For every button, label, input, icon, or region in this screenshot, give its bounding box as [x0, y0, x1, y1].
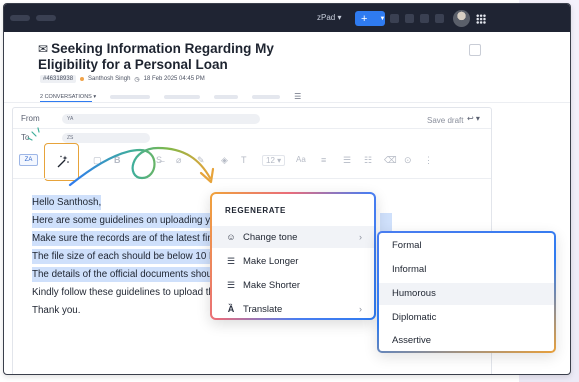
- tone-submenu: Formal Informal Humorous Diplomatic Asse…: [377, 231, 556, 353]
- reply-options-icon[interactable]: ↩ ▾: [467, 114, 480, 123]
- strike-icon[interactable]: S̶: [156, 155, 162, 165]
- body-line[interactable]: Thank you.: [32, 305, 80, 316]
- nav-placeholder: [36, 15, 56, 21]
- ticket-header: ✉ Seeking Information Regarding My Eligib…: [38, 41, 278, 73]
- ai-assist-button[interactable]: [44, 143, 79, 181]
- font-size-select[interactable]: 12 ▾: [262, 155, 286, 166]
- nav-placeholder: [10, 15, 30, 21]
- tab-placeholder[interactable]: [252, 94, 281, 99]
- menu-item-make-shorter[interactable]: ☰ Make Shorter: [212, 274, 374, 296]
- chevron-down-icon: ▼: [379, 15, 386, 22]
- select-checkbox[interactable]: [469, 44, 481, 56]
- clear-format-icon[interactable]: ⌀: [176, 155, 181, 166]
- new-button[interactable]: + ▼: [355, 11, 385, 26]
- smile-icon: ☺: [226, 232, 236, 242]
- menu-header: REGENERATE: [225, 206, 286, 215]
- chevron-right-icon: ›: [359, 304, 362, 314]
- clock-icon: ◷: [134, 76, 140, 83]
- body-line[interactable]: Make sure the records are of the latest …: [32, 231, 229, 246]
- plus-icon: +: [361, 12, 368, 25]
- user-avatar[interactable]: [453, 10, 470, 27]
- expand-lines-icon: ☰: [226, 255, 236, 266]
- magic-wand-icon: [57, 155, 69, 168]
- language-badge[interactable]: ZA: [19, 154, 38, 166]
- translate-icon: Ȁ: [227, 304, 235, 314]
- chevron-right-icon: ›: [359, 232, 362, 242]
- tone-option-assertive[interactable]: Assertive: [379, 330, 554, 352]
- conversation-tabs: 2 CONVERSATIONS ▾ ☰: [40, 92, 301, 101]
- bullet-list-icon[interactable]: ☰: [343, 155, 351, 166]
- ticket-meta: #46318938 Santhosh Singh ◷ 18 Feb 2025 0…: [40, 75, 205, 83]
- tone-option-humorous[interactable]: Humorous: [379, 283, 554, 305]
- search-replace-icon[interactable]: ⊙: [404, 155, 412, 166]
- toolbar-icon[interactable]: [420, 14, 429, 23]
- contact-name[interactable]: Santhosh Singh: [88, 76, 130, 82]
- bold-icon[interactable]: B: [114, 155, 121, 165]
- tone-option-diplomatic[interactable]: Diplomatic: [379, 307, 554, 329]
- top-bar: zPad ▾ + ▼: [4, 4, 570, 32]
- to-field[interactable]: ZS: [62, 133, 150, 143]
- highlight-icon[interactable]: ✎: [197, 155, 205, 166]
- font-case-icon[interactable]: Aa: [296, 155, 306, 164]
- body-line[interactable]: The file size of each should be below 10…: [32, 249, 227, 264]
- contact-status-icon: [80, 77, 85, 81]
- from-label: From: [21, 114, 40, 123]
- align-icon[interactable]: ≡: [321, 155, 326, 165]
- ticket-id[interactable]: #46318938: [40, 75, 77, 83]
- menu-item-translate[interactable]: Ȁ Translate ›: [212, 298, 374, 320]
- ai-regenerate-menu: REGENERATE ☺ Change tone › ☰ Make Longer…: [210, 192, 376, 320]
- mail-icon: ✉: [38, 42, 49, 56]
- ticket-date: 18 Feb 2025 04:45 PM: [143, 76, 205, 82]
- body-line[interactable]: Kindly follow these guidelines to upload…: [32, 287, 228, 298]
- format-icon[interactable]: ▢: [93, 155, 102, 166]
- numbered-list-icon[interactable]: ☷: [364, 155, 372, 166]
- to-label: To: [21, 133, 30, 142]
- apps-grid-icon[interactable]: [476, 14, 486, 24]
- ticket-title: ✉ Seeking Information Regarding My Eligib…: [38, 41, 274, 72]
- eraser-icon[interactable]: ⌫: [384, 155, 397, 166]
- tab-placeholder[interactable]: [110, 94, 151, 99]
- menu-item-change-tone[interactable]: ☺ Change tone ›: [212, 226, 374, 248]
- from-field[interactable]: YA: [62, 114, 260, 124]
- body-line[interactable]: The details of the official documents sh…: [32, 267, 220, 282]
- tab-conversations[interactable]: 2 CONVERSATIONS ▾: [40, 94, 96, 100]
- fill-color-icon[interactable]: ◈: [221, 155, 228, 166]
- tone-option-formal[interactable]: Formal: [379, 235, 554, 257]
- body-line[interactable]: Hello Santhosh,: [32, 195, 102, 210]
- app-switcher[interactable]: zPad ▾: [317, 13, 341, 22]
- tab-placeholder[interactable]: [164, 94, 201, 99]
- toolbar-icon[interactable]: [405, 14, 414, 23]
- toolbar-icon[interactable]: [390, 14, 399, 23]
- more-options-icon[interactable]: ⋮: [424, 155, 433, 166]
- tab-placeholder[interactable]: [214, 94, 239, 99]
- shorten-lines-icon: ☰: [226, 279, 236, 290]
- save-draft-button[interactable]: Save draft: [427, 116, 463, 125]
- menu-item-make-longer[interactable]: ☰ Make Longer: [212, 250, 374, 272]
- filter-icon[interactable]: ☰: [294, 92, 301, 101]
- toolbar-icon[interactable]: [435, 14, 444, 23]
- body-line[interactable]: Here are some guidelines on uploading yo…: [32, 213, 225, 228]
- text-icon[interactable]: T: [241, 155, 247, 165]
- tone-option-informal[interactable]: Informal: [379, 259, 554, 281]
